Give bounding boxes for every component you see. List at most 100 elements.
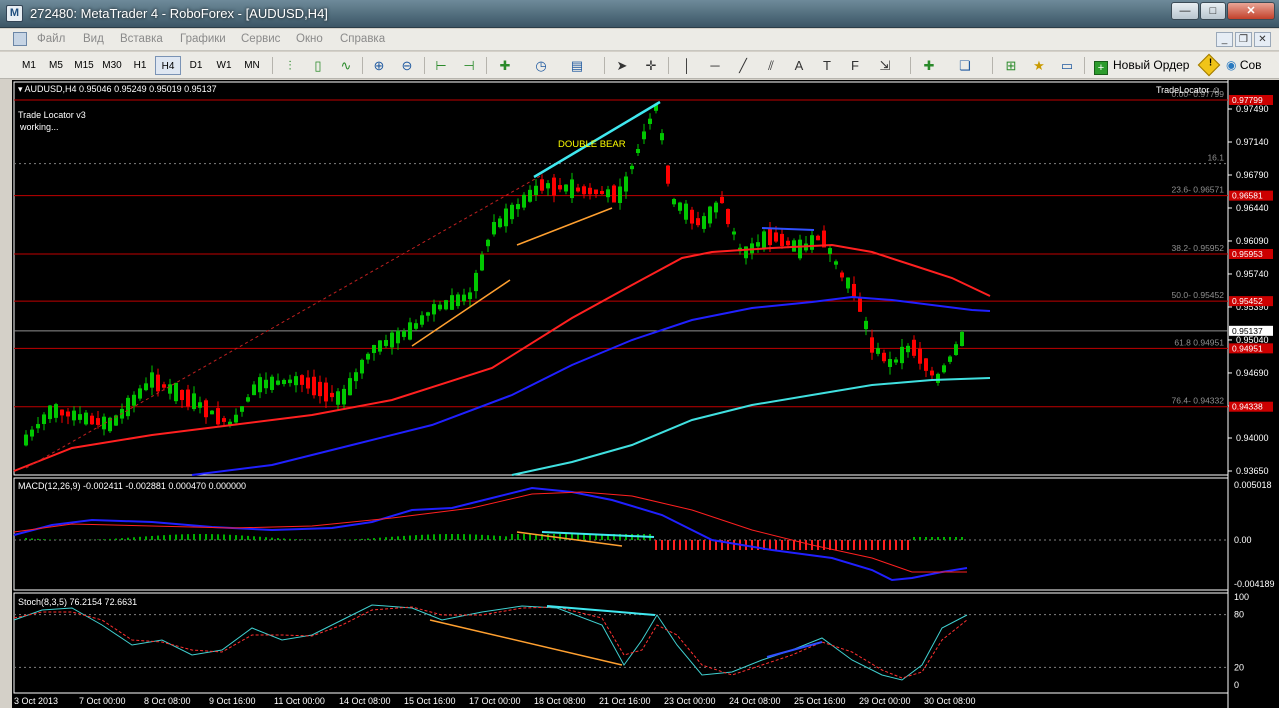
candle-body — [732, 231, 736, 235]
market-watch-icon[interactable]: ⊞ — [1000, 56, 1022, 75]
candle-body — [618, 186, 622, 203]
text-icon[interactable]: A — [788, 56, 810, 75]
menu-file[interactable]: Файл — [37, 33, 65, 45]
fib-level-label: 76.4- 0.94332 — [1172, 396, 1225, 406]
fib-price-tag-label: 0.95452 — [1232, 296, 1263, 306]
auto-scroll-icon[interactable]: ⊢ — [430, 56, 452, 75]
timeframe-h4[interactable]: H4 — [155, 56, 181, 75]
price-tick-label: 0.97140 — [1236, 137, 1269, 147]
profiles-icon[interactable]: ❏ — [954, 56, 976, 75]
text-label-icon[interactable]: T — [816, 56, 838, 75]
timeframe-h1[interactable]: H1 — [127, 56, 153, 75]
expert-advisors-button[interactable]: ◉ Сов — [1226, 56, 1262, 75]
timeframe-mn[interactable]: MN — [239, 56, 265, 75]
toolbar-separator — [486, 57, 487, 74]
price-tick-label: 0.94000 — [1236, 433, 1269, 443]
candle-body — [690, 209, 694, 224]
symbol-info: ▾ AUDUSD,H4 0.95046 0.95249 0.95019 0.95… — [18, 84, 217, 94]
trendline-icon[interactable]: ╱ — [732, 56, 754, 75]
timeframe-m5[interactable]: M5 — [43, 56, 69, 75]
menu-insert[interactable]: Вставка — [120, 33, 163, 45]
mdi-minimize-button[interactable]: _ — [1216, 32, 1233, 47]
candle-body — [186, 389, 190, 407]
indicators-icon[interactable]: ✚ — [494, 56, 516, 75]
candle-body — [492, 221, 496, 235]
navigator-star-icon[interactable]: ★ — [1028, 56, 1050, 75]
alert-icon[interactable]: ! — [1197, 53, 1221, 77]
timeframe-d1[interactable]: D1 — [183, 56, 209, 75]
candle-body — [606, 189, 610, 198]
time-axis-label: 3 Oct 2013 — [14, 696, 58, 706]
toolbar-separator — [1084, 57, 1085, 74]
time-axis-label: 9 Oct 16:00 — [209, 696, 256, 706]
zoom-in-icon[interactable]: ⊕ — [368, 56, 390, 75]
vertical-line-icon[interactable]: │ — [676, 56, 698, 75]
line-chart-icon[interactable]: ∿ — [335, 56, 357, 75]
mdi-restore-button[interactable]: ❐ — [1235, 32, 1252, 47]
menu-bar: Файл Вид Вставка Графики Сервис Окно Спр… — [0, 29, 1279, 51]
arrows-icon[interactable]: ⇲ — [874, 56, 896, 75]
menu-tools[interactable]: Сервис — [241, 33, 280, 45]
templates-icon[interactable]: ▤ — [566, 56, 588, 75]
close-button[interactable]: ✕ — [1227, 2, 1275, 20]
indicator-status: working... — [19, 122, 59, 132]
candle-body — [828, 248, 832, 254]
channel-icon[interactable]: ⫽ — [760, 56, 782, 75]
fib-price-tag-label: 0.96581 — [1232, 191, 1263, 201]
horizontal-line-icon[interactable]: ─ — [704, 56, 726, 75]
periods-clock-icon[interactable]: ◷ — [530, 56, 552, 75]
candle-body — [858, 298, 862, 312]
minimize-button[interactable]: — — [1171, 2, 1199, 20]
toolbar-separator — [910, 57, 911, 74]
candle-body — [246, 397, 250, 402]
timeframe-m1[interactable]: M1 — [16, 56, 42, 75]
candle-body — [72, 410, 76, 421]
candle-body — [900, 346, 904, 364]
maximize-button[interactable]: □ — [1200, 2, 1226, 20]
zoom-out-icon[interactable]: ⊖ — [396, 56, 418, 75]
candle-body — [42, 414, 46, 425]
metatrader-icon: M — [6, 5, 23, 22]
new-order-button[interactable]: + Новый Ордер — [1094, 56, 1189, 75]
time-axis-label: 8 Oct 08:00 — [144, 696, 191, 706]
candle-body — [294, 376, 298, 386]
price-tick-label: 0.97490 — [1236, 104, 1269, 114]
candlestick-icon[interactable]: ▯ — [307, 56, 329, 75]
candle-body — [582, 186, 586, 195]
toolbar-separator — [604, 57, 605, 74]
chart-shift-icon[interactable]: ⊣ — [458, 56, 480, 75]
time-axis-label: 14 Oct 08:00 — [339, 696, 391, 706]
candle-body — [834, 261, 838, 265]
candle-body — [948, 356, 952, 362]
menu-window[interactable]: Окно — [296, 33, 323, 45]
candle-body — [516, 204, 520, 210]
crosshair-icon[interactable]: ✛ — [640, 56, 662, 75]
timeframe-m30[interactable]: M30 — [99, 56, 125, 75]
candle-body — [702, 216, 706, 229]
bar-chart-icon[interactable]: ⫶ — [279, 56, 301, 75]
indicator-name: Trade Locator v3 — [18, 110, 86, 120]
timeframe-m15[interactable]: M15 — [71, 56, 97, 75]
toolbar-separator — [272, 57, 273, 74]
cursor-icon[interactable]: ➤ — [611, 56, 633, 75]
candle-body — [960, 332, 964, 346]
candle-body — [348, 378, 352, 396]
chart-window[interactable]: 0.97490 0.97140 0.96790 0.96440 0.96090 0.957… — [12, 80, 1279, 708]
menu-help[interactable]: Справка — [340, 33, 385, 45]
new-chart-icon[interactable]: ✚ — [918, 56, 940, 75]
fib-price-tag-label: 0.94338 — [1232, 402, 1263, 412]
chart-window-icon[interactable] — [13, 32, 27, 46]
menu-view[interactable]: Вид — [83, 33, 104, 45]
chart-canvas[interactable]: 0.97490 0.97140 0.96790 0.96440 0.96090 0.957… — [12, 80, 1279, 708]
time-axis-label: 30 Oct 08:00 — [924, 696, 976, 706]
candle-body — [696, 218, 700, 226]
candle-body — [846, 277, 850, 289]
mdi-close-button[interactable]: ✕ — [1254, 32, 1271, 47]
menu-charts[interactable]: Графики — [180, 33, 226, 45]
terminal-icon[interactable]: ▭ — [1056, 56, 1078, 75]
timeframe-w1[interactable]: W1 — [211, 56, 237, 75]
toolbar-separator — [992, 57, 993, 74]
candle-body — [576, 187, 580, 192]
candle-body — [162, 384, 166, 388]
fibonacci-icon[interactable]: F — [844, 56, 866, 75]
